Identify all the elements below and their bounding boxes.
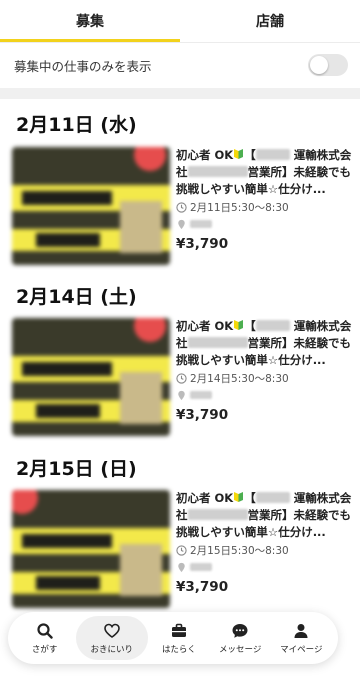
nav-favorites-label: おきにいり [90, 644, 134, 655]
job-schedule: 2月15日5:30～8:30 [176, 542, 352, 558]
clock-icon [176, 372, 187, 384]
beginner-ok-text: 初心者 OK [176, 491, 234, 505]
clock-icon [176, 544, 187, 556]
search-icon [36, 622, 53, 639]
redacted-text [187, 337, 248, 348]
job-card[interactable]: 初心者 OK 【 運輸株式会社 営業所】未経験でも挑戦しやすい簡単☆仕分け... 2… [12, 147, 352, 265]
chat-icon [232, 623, 248, 638]
tab-bar: 募集 店舗 [0, 0, 360, 42]
tab-recruit-label: 募集 [76, 14, 104, 30]
job-location [176, 216, 352, 232]
nav-work-label: はたらく [162, 644, 196, 655]
open-jobs-filter-row: 募集中の仕事のみを表示 [0, 43, 360, 87]
nav-favorites[interactable]: おきにいり [75, 616, 148, 660]
job-schedule-text: 2月14日5:30～8:30 [190, 372, 289, 385]
nav-messages[interactable]: メッセージ [210, 616, 270, 660]
job-thumbnail [12, 318, 170, 436]
job-thumbnail [12, 490, 170, 608]
clock-icon [176, 201, 187, 213]
redacted-text [255, 492, 290, 503]
job-schedule-text: 2月11日5:30～8:30 [190, 201, 289, 214]
job-price: ¥3,790 [176, 579, 229, 595]
job-card[interactable]: 初心者 OK 【 運輸株式会社 営業所】未経験でも挑戦しやすい簡単☆仕分け... 2… [12, 490, 352, 608]
redacted-location [190, 220, 212, 228]
job-price: ¥3,790 [176, 236, 229, 252]
location-pin-icon [178, 390, 185, 400]
date-heading: 2月15日 (日) [16, 458, 137, 480]
beginner-ok-text: 初心者 OK [176, 319, 234, 333]
person-icon [294, 623, 308, 638]
date-heading: 2月14日 (土) [16, 286, 137, 308]
location-pin-icon [178, 219, 185, 229]
nav-mypage[interactable]: マイページ [271, 616, 331, 660]
redacted-text [187, 166, 248, 177]
job-price: ¥3,790 [176, 407, 229, 423]
nav-search[interactable]: さがす [15, 616, 75, 660]
tab-shops[interactable]: 店舗 [180, 0, 360, 42]
job-schedule-text: 2月15日5:30～8:30 [190, 544, 289, 557]
tab-recruit[interactable]: 募集 [0, 0, 180, 42]
redacted-text [255, 149, 290, 160]
job-card[interactable]: 初心者 OK 【 運輸株式会社 営業所】未経験でも挑戦しやすい簡単☆仕分け... 2… [12, 318, 352, 436]
redacted-location [190, 563, 212, 571]
toggle-knob [310, 56, 328, 74]
job-schedule: 2月14日5:30～8:30 [176, 370, 352, 386]
heart-icon [103, 623, 120, 638]
beginner-mark-icon [234, 492, 244, 502]
job-schedule: 2月11日5:30～8:30 [176, 199, 352, 215]
date-heading: 2月11日 (水) [16, 114, 137, 136]
beginner-ok-text: 初心者 OK [176, 148, 234, 162]
job-title-bracket: 【 [244, 148, 256, 162]
job-thumbnail [12, 147, 170, 265]
nav-work[interactable]: はたらく [149, 616, 209, 660]
redacted-text [187, 509, 248, 520]
nav-messages-label: メッセージ [218, 644, 262, 655]
briefcase-icon [171, 623, 186, 637]
job-title-bracket: 【 [244, 491, 256, 505]
job-location [176, 387, 352, 403]
job-title-bracket: 【 [244, 319, 256, 333]
beginner-mark-icon [234, 149, 244, 159]
section-separator [0, 88, 360, 99]
redacted-text [255, 320, 290, 331]
job-location [176, 559, 352, 575]
redacted-location [190, 391, 212, 399]
job-title: 初心者 OK 【 運輸株式会社 営業所】未経験でも挑戦しやすい簡単☆仕分け... [176, 318, 352, 369]
job-title: 初心者 OK 【 運輸株式会社 営業所】未経験でも挑戦しやすい簡単☆仕分け... [176, 490, 352, 541]
open-jobs-toggle[interactable] [308, 54, 348, 76]
location-pin-icon [178, 562, 185, 572]
open-jobs-filter-label: 募集中の仕事のみを表示 [14, 58, 152, 74]
bottom-nav: さがす おきにいり はたらく メッセージ マイページ [8, 612, 338, 664]
job-title: 初心者 OK 【 運輸株式会社 営業所】未経験でも挑戦しやすい簡単☆仕分け... [176, 147, 352, 198]
beginner-mark-icon [234, 320, 244, 330]
nav-search-label: さがす [31, 644, 58, 655]
tab-shops-label: 店舗 [256, 14, 284, 30]
nav-mypage-label: マイページ [280, 644, 323, 655]
